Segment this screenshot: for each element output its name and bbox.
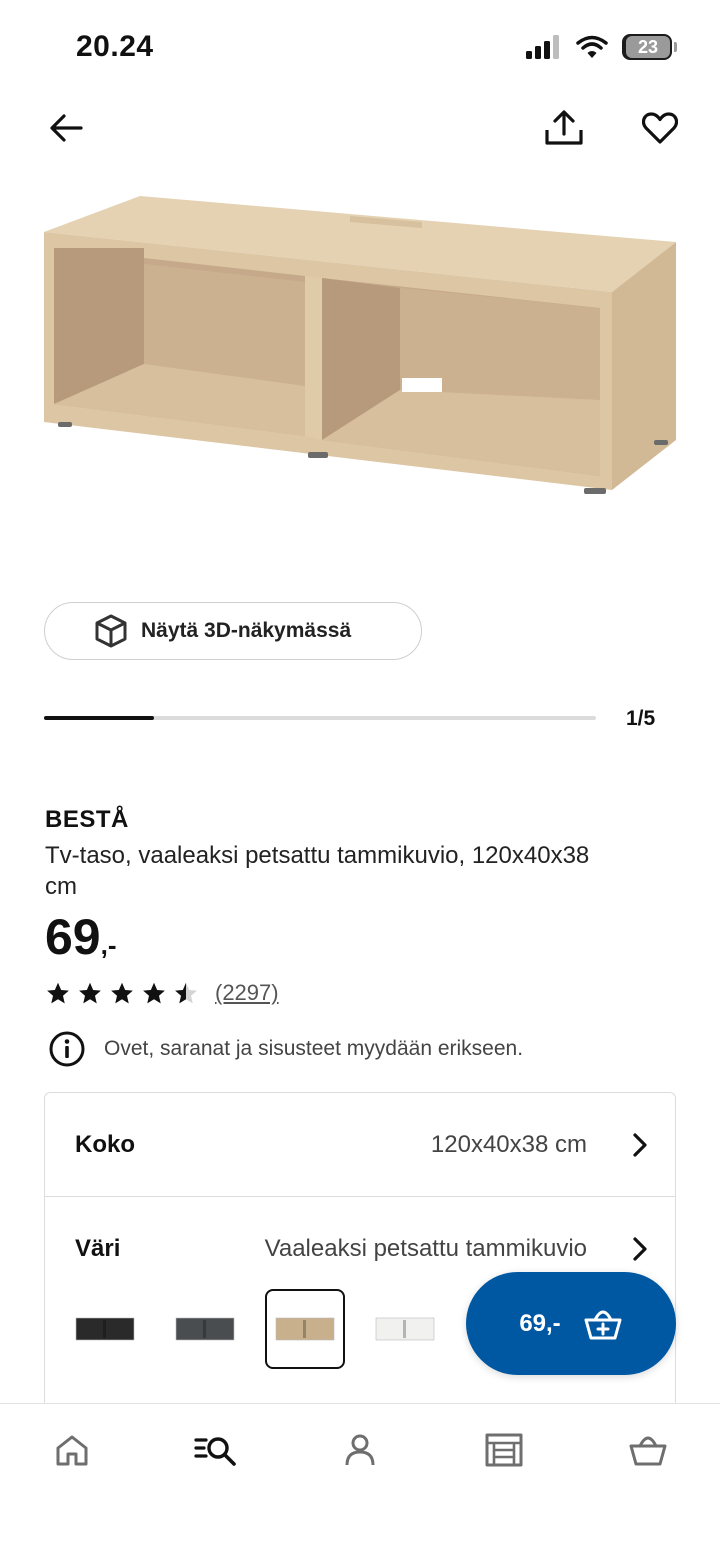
color-swatch-white-stained-oak[interactable] (265, 1289, 345, 1369)
nav-profile[interactable] (332, 1426, 388, 1474)
profile-icon (345, 1434, 375, 1466)
swatch-thumbnail (175, 1317, 235, 1341)
swatch-thumbnail (375, 1317, 435, 1341)
star-rating (45, 980, 199, 1006)
back-arrow-icon (50, 114, 83, 142)
star-icon (175, 982, 197, 1004)
rating[interactable]: (2297) (45, 980, 279, 1006)
top-nav (0, 100, 720, 156)
color-swatch-white[interactable] (365, 1289, 445, 1369)
product-description: Tv-taso, vaaleaksi petsattu tammikuvio, … (45, 842, 590, 900)
heart-icon (642, 112, 678, 144)
add-to-cart-button[interactable]: 69,- (466, 1272, 676, 1375)
color-value: Vaaleaksi petsattu tammikuvio (264, 1235, 587, 1262)
view-3d-label: Näytä 3D-näkymässä (141, 619, 352, 642)
favorite-button[interactable] (636, 104, 684, 152)
search-browse-icon (194, 1437, 236, 1466)
gallery-progress-bar (44, 716, 596, 720)
info-icon (49, 1031, 85, 1067)
star-icon (111, 982, 133, 1004)
size-value: 120x40x38 cm (430, 1130, 587, 1158)
swatch-thumbnail (75, 1317, 135, 1341)
battery-level: 23 (626, 36, 670, 58)
basket-icon (629, 1436, 667, 1466)
gallery-page-indicator: 1/5 (626, 707, 656, 730)
share-button[interactable] (540, 104, 588, 152)
status-bar: 20.24 23 (0, 0, 720, 96)
notice-text: Ovet, saranat ja sisusteet myydään eriks… (104, 1037, 524, 1060)
nav-search[interactable] (188, 1426, 244, 1474)
share-icon (545, 110, 583, 145)
color-swatch-black[interactable] (65, 1289, 145, 1369)
product-name: BESTÅ (45, 806, 129, 833)
tv-bench-illustration (44, 196, 676, 494)
star-icon (79, 982, 101, 1004)
product-image[interactable] (40, 190, 680, 510)
product-price: 69,- (45, 908, 117, 966)
wifi-icon (576, 35, 608, 58)
color-label: Väri (75, 1235, 121, 1262)
back-button[interactable] (42, 104, 90, 152)
home-icon (56, 1435, 88, 1466)
size-label: Koko (75, 1130, 135, 1158)
star-icon (143, 982, 165, 1004)
color-swatches (65, 1289, 445, 1369)
nav-home[interactable] (44, 1426, 100, 1474)
signal-icon (526, 35, 559, 59)
battery-icon: 23 (622, 34, 677, 60)
bottom-nav (0, 1403, 720, 1558)
chevron-right-icon (633, 1237, 647, 1261)
notice: Ovet, saranat ja sisusteet myydään eriks… (48, 1030, 523, 1068)
nav-basket[interactable] (620, 1426, 676, 1474)
size-option-row[interactable]: Koko 120x40x38 cm (45, 1093, 675, 1197)
nav-store[interactable] (476, 1426, 532, 1474)
review-count-link[interactable]: (2297) (215, 980, 279, 1006)
cart-button-price: 69,- (519, 1309, 561, 1337)
swatch-thumbnail (275, 1317, 335, 1341)
store-icon (485, 1433, 523, 1467)
star-icon (47, 982, 69, 1004)
cube-icon (95, 614, 127, 648)
chevron-right-icon (633, 1133, 647, 1157)
status-time: 20.24 (76, 30, 154, 63)
price-value: 69 (45, 909, 101, 965)
gallery-progress-fill (44, 716, 155, 720)
view-3d-button[interactable]: Näytä 3D-näkymässä (44, 602, 422, 660)
status-icons: 23 (526, 34, 677, 60)
price-suffix: ,- (100, 930, 117, 960)
color-swatch-dark-grey[interactable] (165, 1289, 245, 1369)
add-to-basket-icon (584, 1310, 622, 1339)
